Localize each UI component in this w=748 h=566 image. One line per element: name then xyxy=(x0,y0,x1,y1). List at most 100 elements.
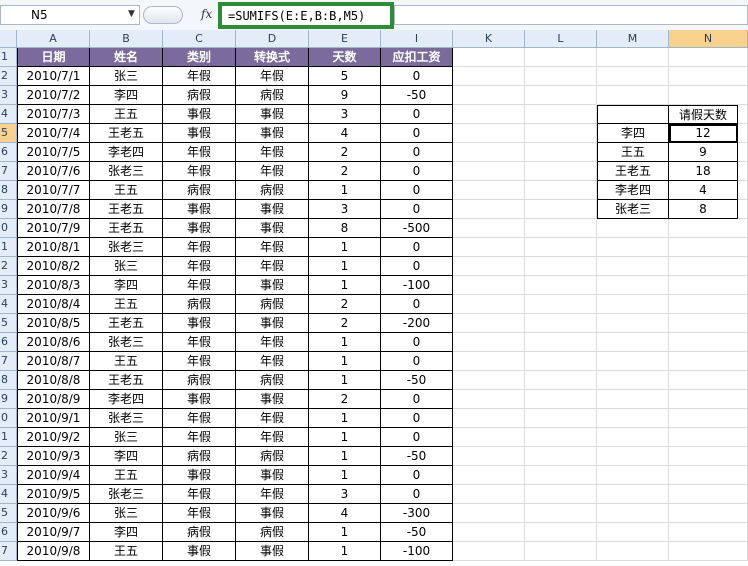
empty-cell[interactable] xyxy=(597,352,669,371)
row-header[interactable]: 5 xyxy=(0,314,17,333)
row-header[interactable]: 6 xyxy=(0,143,17,162)
table-cell[interactable]: 2010/9/2 xyxy=(17,428,90,447)
table-cell[interactable]: -200 xyxy=(381,314,453,333)
table-cell[interactable]: 年假 xyxy=(163,143,236,162)
column-header-m[interactable]: M xyxy=(597,30,669,48)
empty-cell[interactable] xyxy=(525,314,597,333)
table-cell[interactable]: -100 xyxy=(381,276,453,295)
table-cell[interactable]: 事假 xyxy=(236,105,309,124)
table-cell[interactable]: 年假 xyxy=(236,238,309,257)
table-cell[interactable]: 0 xyxy=(381,257,453,276)
table-cell[interactable]: 2010/8/9 xyxy=(17,390,90,409)
table-cell[interactable]: -50 xyxy=(381,447,453,466)
table-cell[interactable]: 病假 xyxy=(163,523,236,542)
table-cell[interactable]: 年假 xyxy=(163,504,236,523)
table-header-cell[interactable]: 类别 xyxy=(163,48,236,67)
table-cell[interactable]: 病假 xyxy=(236,86,309,105)
table-cell[interactable]: 年假 xyxy=(236,352,309,371)
table-cell[interactable]: 张三 xyxy=(90,67,163,86)
table-cell[interactable]: 病假 xyxy=(236,523,309,542)
empty-cell[interactable] xyxy=(669,504,748,523)
empty-cell[interactable] xyxy=(453,67,525,86)
empty-cell[interactable] xyxy=(453,276,525,295)
empty-cell[interactable] xyxy=(525,200,597,219)
empty-cell[interactable] xyxy=(669,238,748,257)
table-cell[interactable]: 年假 xyxy=(163,276,236,295)
table-cell[interactable]: 8 xyxy=(309,219,381,238)
empty-cell[interactable] xyxy=(525,352,597,371)
empty-cell[interactable] xyxy=(525,390,597,409)
empty-cell[interactable] xyxy=(669,276,748,295)
row-header[interactable]: 3 xyxy=(0,466,17,485)
table-cell[interactable]: 2010/7/4 xyxy=(17,124,90,143)
table-cell[interactable]: 1 xyxy=(309,447,381,466)
table-cell[interactable]: 王五 xyxy=(90,352,163,371)
table-cell[interactable]: 王五 xyxy=(90,105,163,124)
table-cell[interactable]: 2010/7/6 xyxy=(17,162,90,181)
table-cell[interactable]: 年假 xyxy=(236,257,309,276)
empty-cell[interactable] xyxy=(669,48,748,67)
table-cell[interactable]: -500 xyxy=(381,219,453,238)
empty-cell[interactable] xyxy=(453,409,525,428)
table-cell[interactable]: 1 xyxy=(309,257,381,276)
empty-cell[interactable] xyxy=(453,352,525,371)
table-cell[interactable]: 李四 xyxy=(90,86,163,105)
table-cell[interactable]: 0 xyxy=(381,200,453,219)
empty-cell[interactable] xyxy=(525,276,597,295)
empty-cell[interactable] xyxy=(453,238,525,257)
empty-cell[interactable] xyxy=(525,542,597,561)
row-header[interactable]: 2 xyxy=(0,257,17,276)
table-cell[interactable]: 2010/8/3 xyxy=(17,276,90,295)
table-cell[interactable]: 1 xyxy=(309,523,381,542)
table-cell[interactable]: 1 xyxy=(309,409,381,428)
table-cell[interactable]: 4 xyxy=(309,124,381,143)
table-cell[interactable]: 2010/8/2 xyxy=(17,257,90,276)
empty-cell[interactable] xyxy=(669,485,748,504)
table-cell[interactable]: 1 xyxy=(309,238,381,257)
name-box-dropdown-icon[interactable]: ▼ xyxy=(128,9,135,19)
formula-input-extension[interactable] xyxy=(394,5,748,25)
column-header-e[interactable]: E xyxy=(309,30,381,48)
empty-cell[interactable] xyxy=(597,371,669,390)
empty-cell[interactable] xyxy=(597,219,669,238)
empty-cell[interactable] xyxy=(597,504,669,523)
table-cell[interactable]: 0 xyxy=(381,428,453,447)
empty-cell[interactable] xyxy=(597,257,669,276)
row-header[interactable]: 3 xyxy=(0,86,17,105)
empty-cell[interactable] xyxy=(669,295,748,314)
empty-cell[interactable] xyxy=(453,447,525,466)
table-cell[interactable]: 3 xyxy=(309,105,381,124)
table-cell[interactable]: 2010/7/8 xyxy=(17,200,90,219)
table-cell[interactable]: 病假 xyxy=(163,86,236,105)
table-cell[interactable]: 0 xyxy=(381,181,453,200)
table-header-cell[interactable]: 天数 xyxy=(309,48,381,67)
empty-cell[interactable] xyxy=(525,409,597,428)
table-cell[interactable]: 年假 xyxy=(163,162,236,181)
table-cell[interactable]: 年假 xyxy=(236,143,309,162)
row-header[interactable]: 1 xyxy=(0,48,17,67)
table-cell[interactable]: 王老五 xyxy=(90,219,163,238)
table-cell[interactable]: 2010/9/1 xyxy=(17,409,90,428)
table-cell[interactable]: 1 xyxy=(309,466,381,485)
table-cell[interactable]: 事假 xyxy=(236,276,309,295)
table-cell[interactable]: 李老四 xyxy=(90,390,163,409)
empty-cell[interactable] xyxy=(597,485,669,504)
column-header-d[interactable]: D xyxy=(236,30,309,48)
table-cell[interactable]: 事假 xyxy=(163,466,236,485)
table-cell[interactable]: 0 xyxy=(381,390,453,409)
empty-cell[interactable] xyxy=(597,238,669,257)
table-cell[interactable]: 王五 xyxy=(90,542,163,561)
row-header[interactable]: 1 xyxy=(0,428,17,447)
empty-cell[interactable] xyxy=(597,466,669,485)
empty-cell[interactable] xyxy=(453,86,525,105)
row-header[interactable]: 7 xyxy=(0,162,17,181)
empty-cell[interactable] xyxy=(597,390,669,409)
row-header[interactable]: 0 xyxy=(0,409,17,428)
table-cell[interactable]: 0 xyxy=(381,124,453,143)
summary-value-cell[interactable]: 4 xyxy=(669,181,738,200)
empty-cell[interactable] xyxy=(597,523,669,542)
table-cell[interactable]: 张老三 xyxy=(90,485,163,504)
table-cell[interactable]: 年假 xyxy=(163,485,236,504)
empty-cell[interactable] xyxy=(597,314,669,333)
empty-cell[interactable] xyxy=(453,485,525,504)
